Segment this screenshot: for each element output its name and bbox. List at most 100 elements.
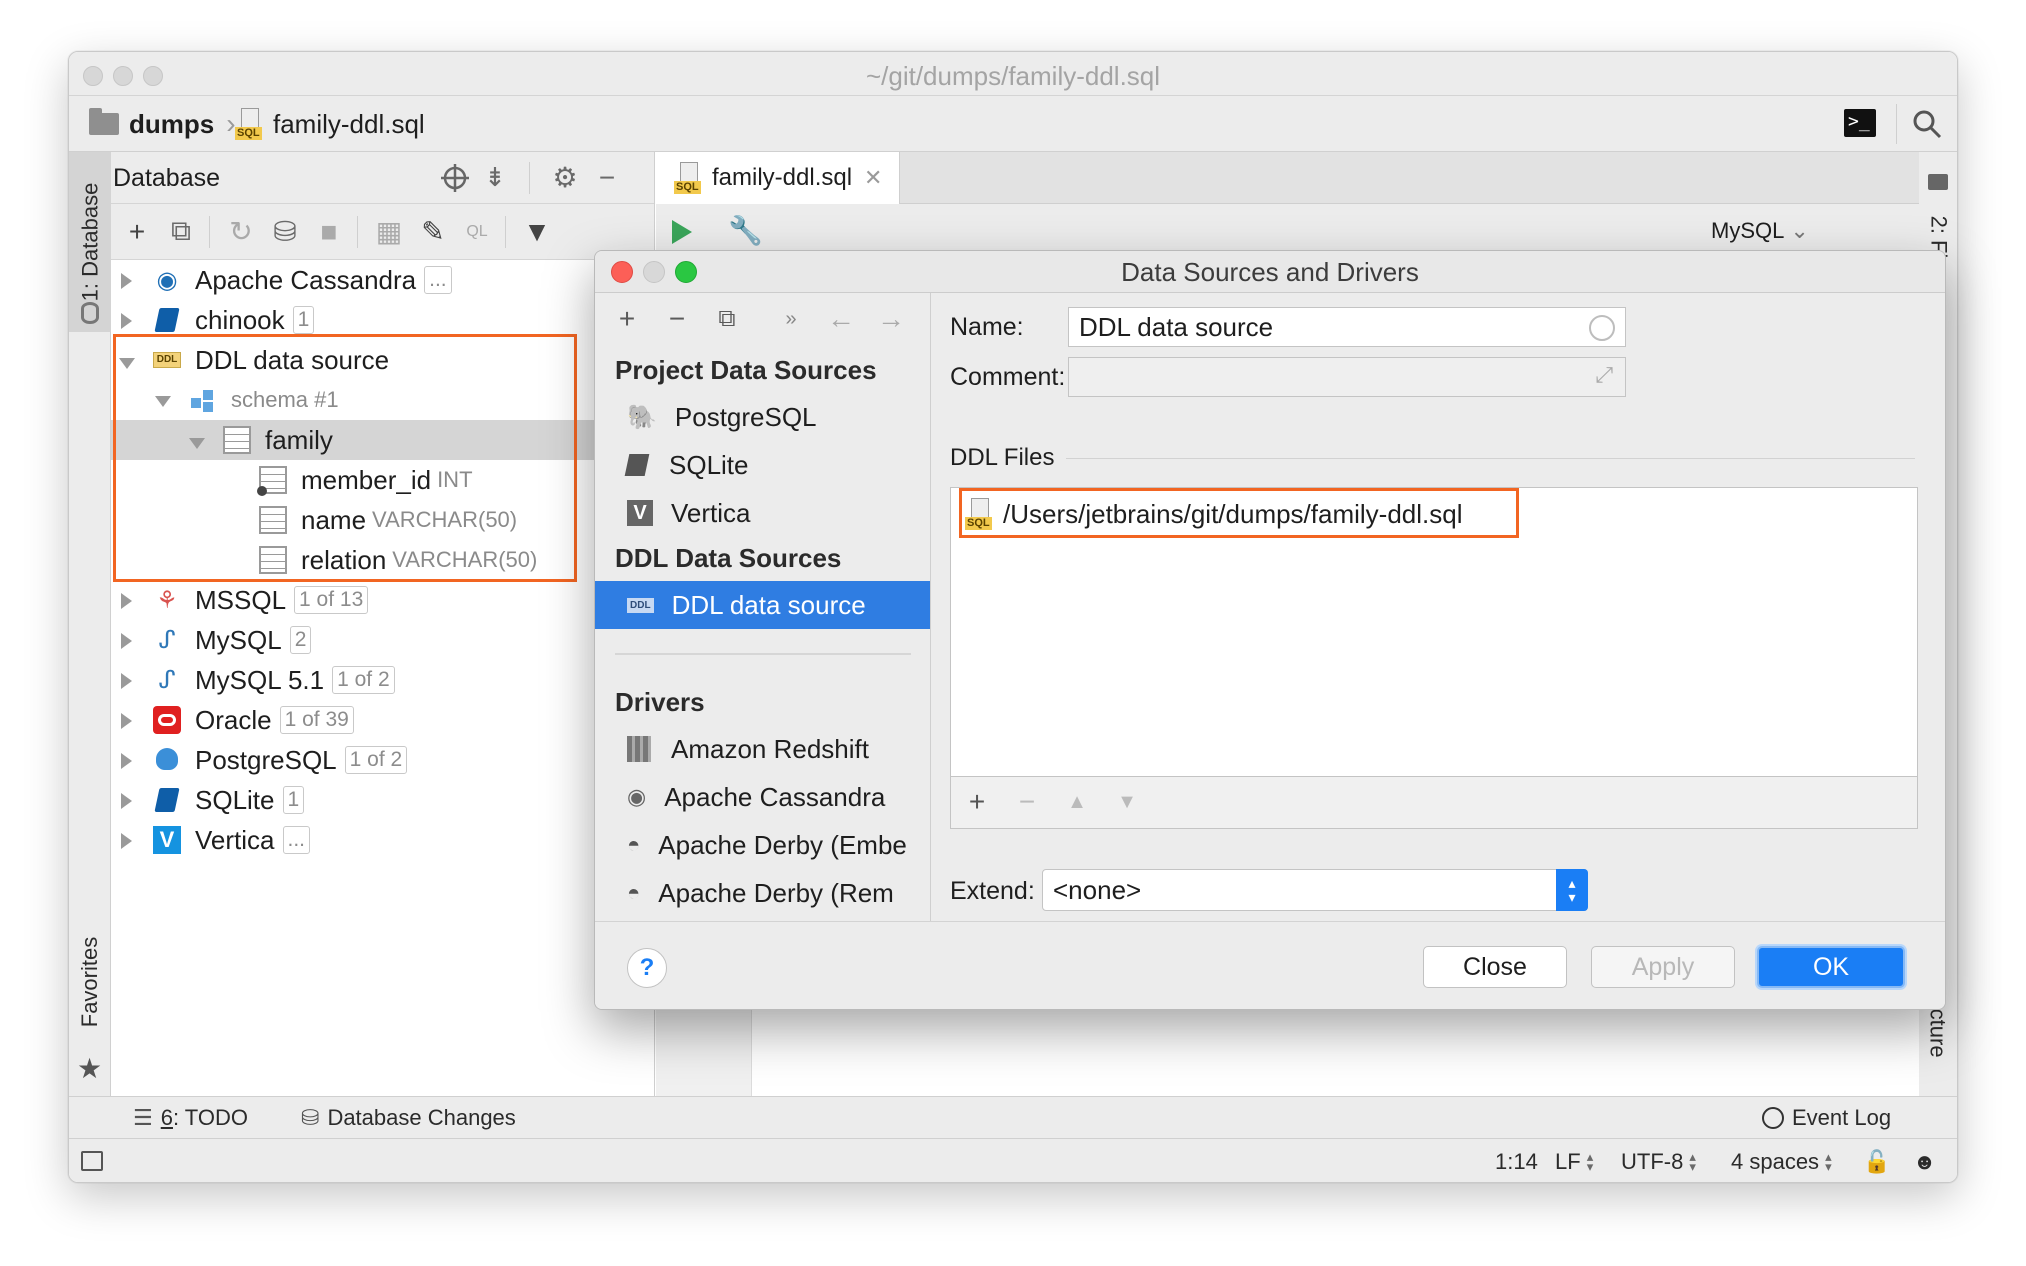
source-item-ddl-data-source[interactable]: DDL DDL data source — [595, 581, 930, 629]
collapse-all-icon[interactable]: ⇟ — [473, 152, 517, 203]
gear-icon[interactable]: ⚙ — [543, 152, 587, 203]
forward-arrow-icon[interactable]: → — [871, 293, 911, 345]
tree-item-badge: 2 — [289, 626, 312, 654]
dialog-title: Data Sources and Drivers — [1121, 257, 1419, 287]
console-icon[interactable]: QL — [455, 204, 499, 259]
source-item-postgresql[interactable]: 🐘 PostgreSQL — [595, 393, 930, 441]
select-stepper-icon: ▴ ▾ — [1556, 869, 1588, 911]
database-panel-header: Database ⇟ ⚙ − — [111, 152, 654, 204]
favorites-tool-tab[interactable]: Favorites — [69, 912, 111, 1052]
duplicate-icon[interactable]: ⧉ — [159, 204, 203, 259]
event-log-button[interactable]: Event Log — [1762, 1097, 1891, 1138]
sync-schema-icon[interactable]: ⛁ — [263, 204, 307, 259]
source-item-vertica[interactable]: V Vertica — [595, 489, 930, 537]
tree-item-apache-cassandra[interactable]: ◉ Apache Cassandra ... — [111, 260, 654, 300]
dialect-select[interactable]: MySQL ⌄ — [1711, 218, 1809, 244]
dialog-source-list: + − ⧉ » ← → Project Data Sources 🐘 Postgr… — [595, 293, 931, 921]
tree-item-label: chinook — [195, 304, 285, 335]
add-source-icon[interactable]: + — [607, 293, 647, 345]
tree-item-label: MySQL — [195, 624, 282, 655]
crosshair-icon[interactable] — [441, 164, 469, 192]
tree-item-badge: 1 — [282, 786, 305, 814]
tree-item-vertica[interactable]: V Vertica ... — [111, 820, 654, 860]
apply-button[interactable]: Apply — [1591, 946, 1735, 988]
eye-icon: ◉ — [156, 267, 178, 294]
tree-item-sqlite[interactable]: SQLite 1 — [111, 780, 654, 820]
expand-icon[interactable]: ⤢ — [1595, 362, 1613, 388]
move-up-icon[interactable]: ▲ — [1057, 777, 1097, 827]
redshift-icon — [627, 736, 651, 762]
extend-label: Extend: — [950, 877, 1035, 905]
tree-item-badge: 1 — [292, 306, 315, 334]
line-separator-select[interactable]: LF ▴ ▾ — [1555, 1139, 1593, 1182]
duplicate-source-icon[interactable]: ⧉ — [707, 293, 747, 345]
tree-item-mssql[interactable]: ⚘ MSSQL 1 of 13 — [111, 580, 654, 620]
folder-icon — [89, 108, 119, 135]
stop-icon[interactable]: ■ — [307, 204, 351, 259]
driver-item-apache-derby-remote[interactable]: ◓ Apache Derby (Rem — [595, 869, 930, 917]
name-field[interactable]: DDL data source — [1068, 307, 1626, 347]
toolbar-divider — [1896, 104, 1897, 144]
tree-item-oracle[interactable]: Oracle 1 of 39 — [111, 700, 654, 740]
ddl-file-highlight — [959, 488, 1519, 538]
encoding-select[interactable]: UTF-8 ▴ ▾ — [1621, 1139, 1696, 1182]
tree-item-postgresql[interactable]: PostgreSQL 1 of 2 — [111, 740, 654, 780]
tree-item-mysql[interactable]: ᔑ MySQL 2 — [111, 620, 654, 660]
ok-button[interactable]: OK — [1757, 946, 1905, 988]
caret-position[interactable]: 1:14 — [1495, 1139, 1538, 1182]
postgres-elephant-icon: 🐘 — [627, 403, 657, 431]
refresh-icon[interactable]: ↻ — [219, 204, 263, 259]
tree-item-mysql-5-1[interactable]: ᔑ MySQL 5.1 1 of 2 — [111, 660, 654, 700]
help-button[interactable]: ? — [627, 948, 667, 988]
sql-file-icon: SQL — [235, 108, 265, 140]
vertica-icon: V — [627, 500, 653, 526]
edit-icon[interactable]: ✎ — [411, 204, 455, 259]
tree-item-label: MySQL 5.1 — [195, 664, 325, 695]
tree-item-label: SQLite — [195, 784, 275, 815]
table-view-icon[interactable]: ▦ — [367, 204, 411, 259]
lock-icon[interactable]: 🔓 — [1863, 1139, 1890, 1182]
hide-panel-icon[interactable]: − — [585, 152, 629, 203]
event-log-icon — [1762, 1106, 1784, 1129]
ddl-files-list[interactable]: SQL /Users/jetbrains/git/dumps/family-dd… — [950, 487, 1918, 777]
source-item-sqlite[interactable]: SQLite — [595, 441, 930, 489]
extend-select[interactable]: <none> ▴ ▾ — [1042, 869, 1588, 911]
terminal-icon[interactable]: >_ — [1844, 109, 1876, 137]
breadcrumb-folder[interactable]: dumps › — [89, 96, 244, 152]
indent-select[interactable]: 4 spaces ▴ ▾ — [1731, 1139, 1832, 1182]
move-down-icon[interactable]: ▼ — [1107, 777, 1147, 827]
remove-file-icon[interactable]: − — [1007, 777, 1047, 827]
todo-tool-button[interactable]: ☰ 6: TODO — [133, 1097, 248, 1138]
window-title: ~/git/dumps/family-ddl.sql — [865, 61, 1161, 91]
add-icon[interactable]: + — [115, 204, 159, 259]
color-circle-icon[interactable] — [1589, 315, 1615, 341]
folder-icon — [1928, 174, 1948, 190]
toggle-tool-windows-icon[interactable] — [81, 1151, 103, 1171]
database-changes-button[interactable]: ⛁ Database Changes — [301, 1097, 516, 1138]
drivers-header: Drivers — [615, 687, 705, 717]
ddl-files-section: DDL Files — [950, 443, 1915, 473]
close-tab-icon[interactable]: ✕ — [864, 165, 882, 191]
sql-file-icon: SQL — [674, 162, 704, 194]
back-arrow-icon[interactable]: ← — [821, 293, 861, 345]
driver-item-apache-derby-embedded[interactable]: ◓ Apache Derby (Embe — [595, 821, 930, 869]
inspector-icon[interactable]: ☻ — [1913, 1139, 1936, 1182]
close-button[interactable]: Close — [1423, 946, 1567, 988]
more-icon[interactable]: » — [771, 293, 811, 345]
driver-item-apache-cassandra[interactable]: ◉ Apache Cassandra — [595, 773, 930, 821]
remove-source-icon[interactable]: − — [657, 293, 697, 345]
breadcrumb-file[interactable]: SQL family-ddl.sql — [235, 96, 425, 152]
todo-number: 6 — [160, 1104, 173, 1130]
editor-tab-family-ddl[interactable]: SQL family-ddl.sql ✕ — [656, 152, 900, 204]
comment-label: Comment: — [950, 363, 1066, 391]
search-icon[interactable] — [1911, 108, 1943, 140]
run-icon[interactable] — [672, 220, 692, 244]
sqlite-feather-icon — [153, 786, 181, 814]
list-icon: ☰ — [133, 1104, 153, 1130]
editor-tab-bar: SQL family-ddl.sql ✕ — [656, 152, 1919, 204]
add-file-icon[interactable]: + — [957, 777, 997, 827]
filter-icon[interactable]: ▼ — [515, 204, 559, 259]
driver-item-amazon-redshift[interactable]: Amazon Redshift — [595, 725, 930, 773]
wrench-icon[interactable]: 🔧 — [728, 214, 763, 247]
comment-field[interactable]: ⤢ — [1068, 357, 1626, 397]
